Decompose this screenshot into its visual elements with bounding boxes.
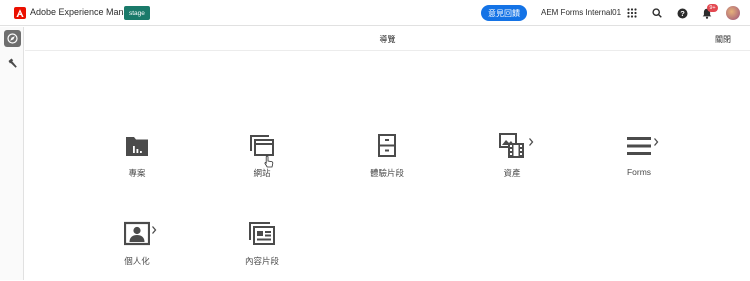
tile-label: 專案 — [128, 168, 146, 178]
tile-label: 資產 — [503, 168, 521, 178]
environment-badge: stage — [124, 6, 150, 20]
user-avatar[interactable] — [726, 6, 740, 20]
left-rail — [0, 27, 24, 280]
notification-count-badge: 9+ — [707, 4, 718, 12]
chevron-right-icon — [654, 138, 659, 146]
close-button[interactable]: 關閉 — [715, 34, 731, 45]
tile-label: 內容片段 — [244, 256, 279, 266]
nav-tile-assets[interactable]: 資產 — [462, 133, 562, 193]
assets-icon — [499, 133, 524, 158]
nav-tile-content-fragments[interactable]: 內容片段 — [212, 221, 312, 281]
search-icon[interactable] — [650, 6, 664, 20]
forms-icon — [627, 137, 651, 155]
content-fragments-icon — [249, 222, 275, 245]
chevron-right-icon — [529, 138, 534, 146]
tile-label: 體驗片段 — [369, 168, 404, 178]
projects-icon — [126, 137, 148, 156]
apps-grid-icon[interactable] — [625, 6, 639, 20]
nav-tile-experience-fragments[interactable]: 體驗片段 — [337, 133, 437, 193]
tile-label: 個人化 — [124, 256, 150, 266]
chevron-right-icon — [152, 226, 157, 234]
tools-hammer-icon[interactable] — [4, 55, 21, 72]
adobe-logo-icon[interactable] — [14, 7, 26, 19]
svg-text:?: ? — [680, 9, 685, 18]
personalization-icon — [124, 221, 150, 246]
experience-fragments-icon — [378, 134, 396, 157]
navigation-header: 導覽 關閉 — [25, 27, 750, 51]
help-icon[interactable]: ? — [675, 6, 689, 20]
top-bar: Adobe Experience Manager stage 意見回饋 AEM … — [0, 0, 750, 26]
navigation-title: 導覽 — [379, 35, 396, 44]
navigation-compass-icon[interactable] — [4, 30, 21, 47]
nav-tile-forms[interactable]: Forms — [589, 133, 689, 193]
tile-label: 網站 — [253, 168, 271, 178]
nav-tile-projects[interactable]: 專案 — [87, 133, 187, 193]
organization-switcher[interactable]: AEM Forms Internal01 — [541, 8, 621, 17]
tile-label: Forms — [626, 167, 652, 177]
nav-tile-personalization[interactable]: 個人化 — [87, 221, 187, 281]
nav-tile-sites[interactable]: 網站 — [212, 133, 312, 193]
feedback-button[interactable]: 意見回饋 — [481, 5, 527, 21]
